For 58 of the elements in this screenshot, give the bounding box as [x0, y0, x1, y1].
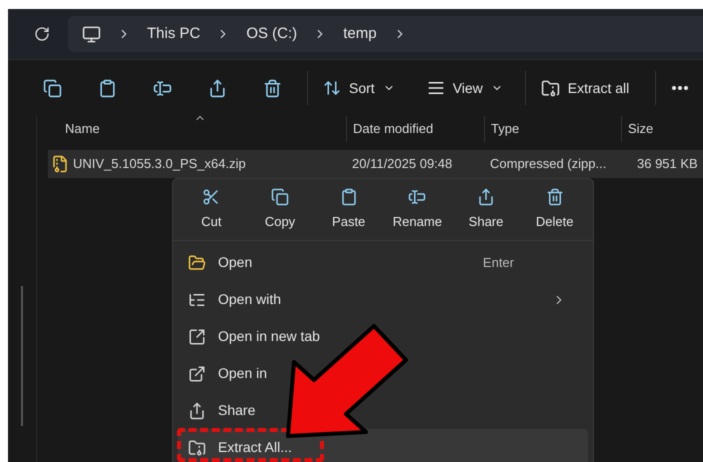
share-button[interactable]: Share	[452, 182, 520, 236]
view-button[interactable]: View	[414, 70, 515, 106]
address-bar[interactable]: This PC OS (C:) temp	[68, 16, 703, 52]
menu-item[interactable]: Extract All...	[178, 429, 588, 462]
menu-item-label: Open in new tab	[218, 327, 321, 346]
copy-icon	[42, 78, 62, 98]
new-tab-icon	[188, 328, 206, 346]
scissors-icon	[202, 188, 220, 206]
zip-folder-icon	[51, 155, 69, 173]
menu-item[interactable]: Open in	[178, 355, 588, 392]
new-window-icon	[188, 364, 206, 382]
trash-icon	[262, 78, 282, 98]
menu-item-label: Open	[218, 253, 254, 272]
share-icon	[188, 402, 206, 420]
share-icon	[208, 78, 226, 98]
share-icon	[477, 188, 496, 206]
breadcrumb-item[interactable]: temp	[343, 22, 377, 46]
rename-icon	[408, 188, 426, 206]
copy-icon	[271, 188, 289, 206]
menu-item[interactable]: Open Enter	[178, 244, 588, 281]
file-size: 36 951 KB	[636, 155, 699, 174]
menu-item[interactable]: Open in new tab	[178, 318, 588, 355]
column-header[interactable]: Date modified	[353, 119, 434, 139]
folder-icon	[188, 254, 206, 272]
shortcut-text: Enter	[482, 254, 514, 272]
paste-icon	[340, 188, 358, 206]
menu-item-label: Open in	[218, 364, 268, 383]
scissors-button[interactable]: Cut	[177, 182, 246, 236]
refresh-icon[interactable]	[34, 26, 50, 42]
paste-icon	[98, 78, 116, 98]
menu-item[interactable]: Open with	[178, 281, 588, 318]
trash-button[interactable]: Delete	[520, 182, 590, 236]
menu-item-label: Share	[218, 401, 256, 420]
paste-button[interactable]: Paste	[314, 182, 384, 236]
column-header[interactable]: Name	[65, 119, 100, 139]
column-header[interactable]: Size	[628, 119, 654, 139]
rename-button[interactable]: Rename	[383, 182, 452, 236]
menu-item-label: Open with	[218, 290, 282, 309]
more-icon	[672, 86, 688, 90]
lines-icon	[426, 79, 445, 97]
computer-icon	[82, 24, 101, 44]
copy-button[interactable]: Copy	[246, 182, 314, 236]
column-header[interactable]: Type	[491, 119, 520, 139]
sort-button[interactable]: Sort	[311, 70, 407, 106]
file-name: UNIV_5.1055.3.0_PS_x64.zip	[73, 155, 246, 174]
breadcrumb-item[interactable]: This PC	[147, 22, 200, 46]
extract-icon	[540, 78, 560, 98]
file-row[interactable]: UNIV_5.1055.3.0_PS_x64.zip 20/11/2025 09:48 Compressed (zipp... 36 951 KB	[48, 150, 703, 178]
trash-icon	[546, 188, 564, 206]
file-date: 20/11/2025 09:48	[351, 155, 454, 174]
menu-item-label: Extract All...	[218, 438, 293, 457]
file-type: Compressed (zipp...	[489, 155, 608, 174]
menu-item[interactable]: Share	[178, 392, 588, 429]
extract-all-button[interactable]: Extract all	[528, 70, 642, 106]
extract-icon	[188, 438, 206, 456]
sort-arrows-icon	[323, 79, 341, 97]
breadcrumb-item[interactable]: OS (C:)	[246, 22, 298, 46]
rename-icon	[152, 78, 172, 98]
